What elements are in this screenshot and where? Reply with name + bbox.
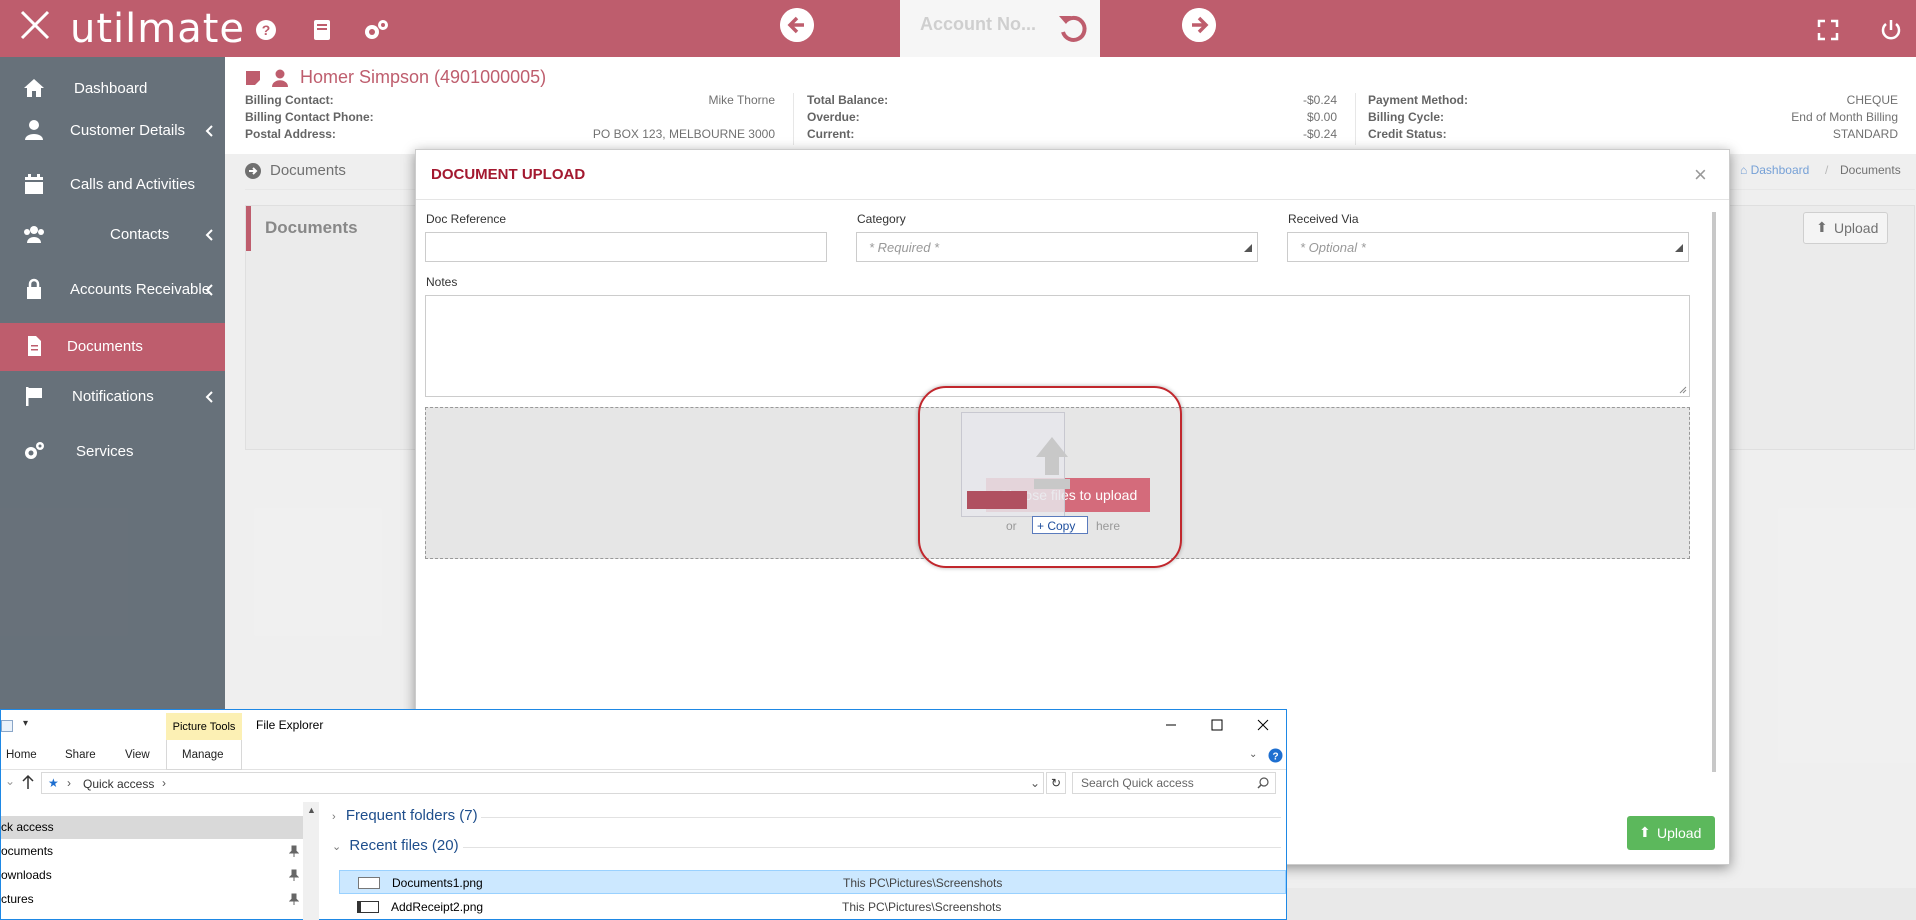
nav-item-downloads[interactable]: ownloads [1,864,303,887]
address-dropdown-icon[interactable]: ⌄ [1030,776,1040,790]
ribbon-tab-manage[interactable]: Manage [182,749,224,761]
picture-tools-tab: Picture Tools [166,713,242,740]
resize-handle-icon[interactable] [1679,386,1687,394]
file-dropzone[interactable]: Choose files to upload or here + Copy [425,386,1690,568]
chevron-right-icon: › [162,776,166,790]
chevron-right-icon: › [67,776,71,790]
explorer-app-icon [1,720,13,732]
close-icon[interactable] [1253,715,1273,735]
file-explorer-window: ▾ Picture Tools File Explorer Home Share… [0,709,1287,920]
group-divider [481,817,1281,818]
ribbon-tab-view[interactable]: View [125,749,150,761]
notes-textarea[interactable] [425,295,1690,397]
navigation-pane: ck access ocuments ownloads ctures [1,802,319,920]
nav-item-label: ownloads [1,868,52,882]
modal-scrollbar[interactable] [1712,212,1716,772]
modal-upload-label: Upload [1657,825,1702,841]
search-placeholder: Search Quick access [1081,776,1194,790]
modal-header: DOCUMENT UPLOAD × [416,150,1729,200]
nav-item-quick-access[interactable]: ck access [1,816,303,839]
group-recent-files[interactable]: ⌄ Recent files (20) [332,837,459,854]
minimize-icon[interactable] [1161,715,1181,735]
group-label: Recent files (20) [349,837,459,854]
doc-reference-input[interactable] [425,232,827,262]
caret-icon [1244,244,1252,252]
nav-item-label: ctures [1,892,34,906]
refresh-icon[interactable]: ↻ [1046,772,1066,794]
category-label: Category [857,212,906,226]
caret-icon [1675,244,1683,252]
address-bar[interactable]: ★ › Quick access › ⌄ [41,772,1044,794]
nav-item-documents[interactable]: ocuments [1,840,303,863]
ribbon-tab-home[interactable]: Home [6,749,37,761]
category-select[interactable]: * Required * [856,232,1258,262]
search-icon [1257,777,1269,789]
file-row[interactable]: AddReceipt2.png This PC\Pictures\Screens… [339,895,1286,919]
file-row[interactable]: Documents1.png This PC\Pictures\Screensh… [339,870,1286,894]
file-path: This PC\Pictures\Screenshots [842,900,1002,914]
nav-item-label: ocuments [1,844,54,858]
ribbon-tab-share[interactable]: Share [65,749,96,761]
received-via-placeholder: * Optional * [1300,240,1366,255]
maximize-icon[interactable] [1207,715,1227,735]
quick-access-star-icon: ★ [48,776,59,790]
nav-item-label: ck access [1,820,54,834]
nav-item-pictures[interactable]: ctures [1,888,303,911]
image-file-icon [358,877,380,889]
quick-access-toolbar-icon[interactable]: ▾ [23,718,28,729]
received-via-label: Received Via [1288,212,1359,226]
doc-reference-label: Doc Reference [426,212,507,226]
ribbon-expand-icon[interactable]: ⌄ [1249,749,1257,760]
pin-icon [289,845,299,857]
modal-upload-button[interactable]: ⬆ Upload [1627,816,1715,850]
group-label: Frequent folders (7) [345,807,478,824]
group-divider [463,847,1281,848]
notes-label: Notes [426,275,458,289]
scroll-up-icon[interactable]: ▲ [307,805,316,815]
upload-icon: ⬆ [1639,824,1651,840]
help-icon[interactable]: ? [1268,748,1283,763]
collapse-chevron-icon: ⌄ [332,841,342,853]
pin-icon [289,893,299,905]
group-frequent-folders[interactable]: › Frequent folders (7) [332,807,478,824]
file-path: This PC\Pictures\Screenshots [843,876,1003,890]
received-via-select[interactable]: * Optional * [1287,232,1689,262]
address-quick-access[interactable]: Quick access [83,777,154,791]
file-name: AddReceipt2.png [391,900,484,914]
pin-icon [289,869,299,881]
explorer-titlebar[interactable]: ▾ Picture Tools File Explorer [1,710,1286,740]
up-arrow-icon[interactable] [21,774,35,790]
recent-locations-icon[interactable]: ⌄ [5,774,15,788]
explorer-ribbon: Home Share View Manage ⌄ ? [1,740,1286,770]
expand-chevron-icon: › [332,811,336,823]
svg-text:?: ? [1272,752,1278,763]
navigation-scrollbar[interactable]: ▲ [303,802,319,920]
highlight-annotation [918,386,1182,568]
file-name: Documents1.png [392,876,483,890]
modal-close-button[interactable]: × [1694,162,1707,188]
category-placeholder: * Required * [869,240,940,255]
search-quick-access-input[interactable]: Search Quick access [1072,772,1276,794]
image-file-icon [357,901,379,913]
modal-title: DOCUMENT UPLOAD [431,166,586,183]
explorer-title: File Explorer [256,718,324,732]
